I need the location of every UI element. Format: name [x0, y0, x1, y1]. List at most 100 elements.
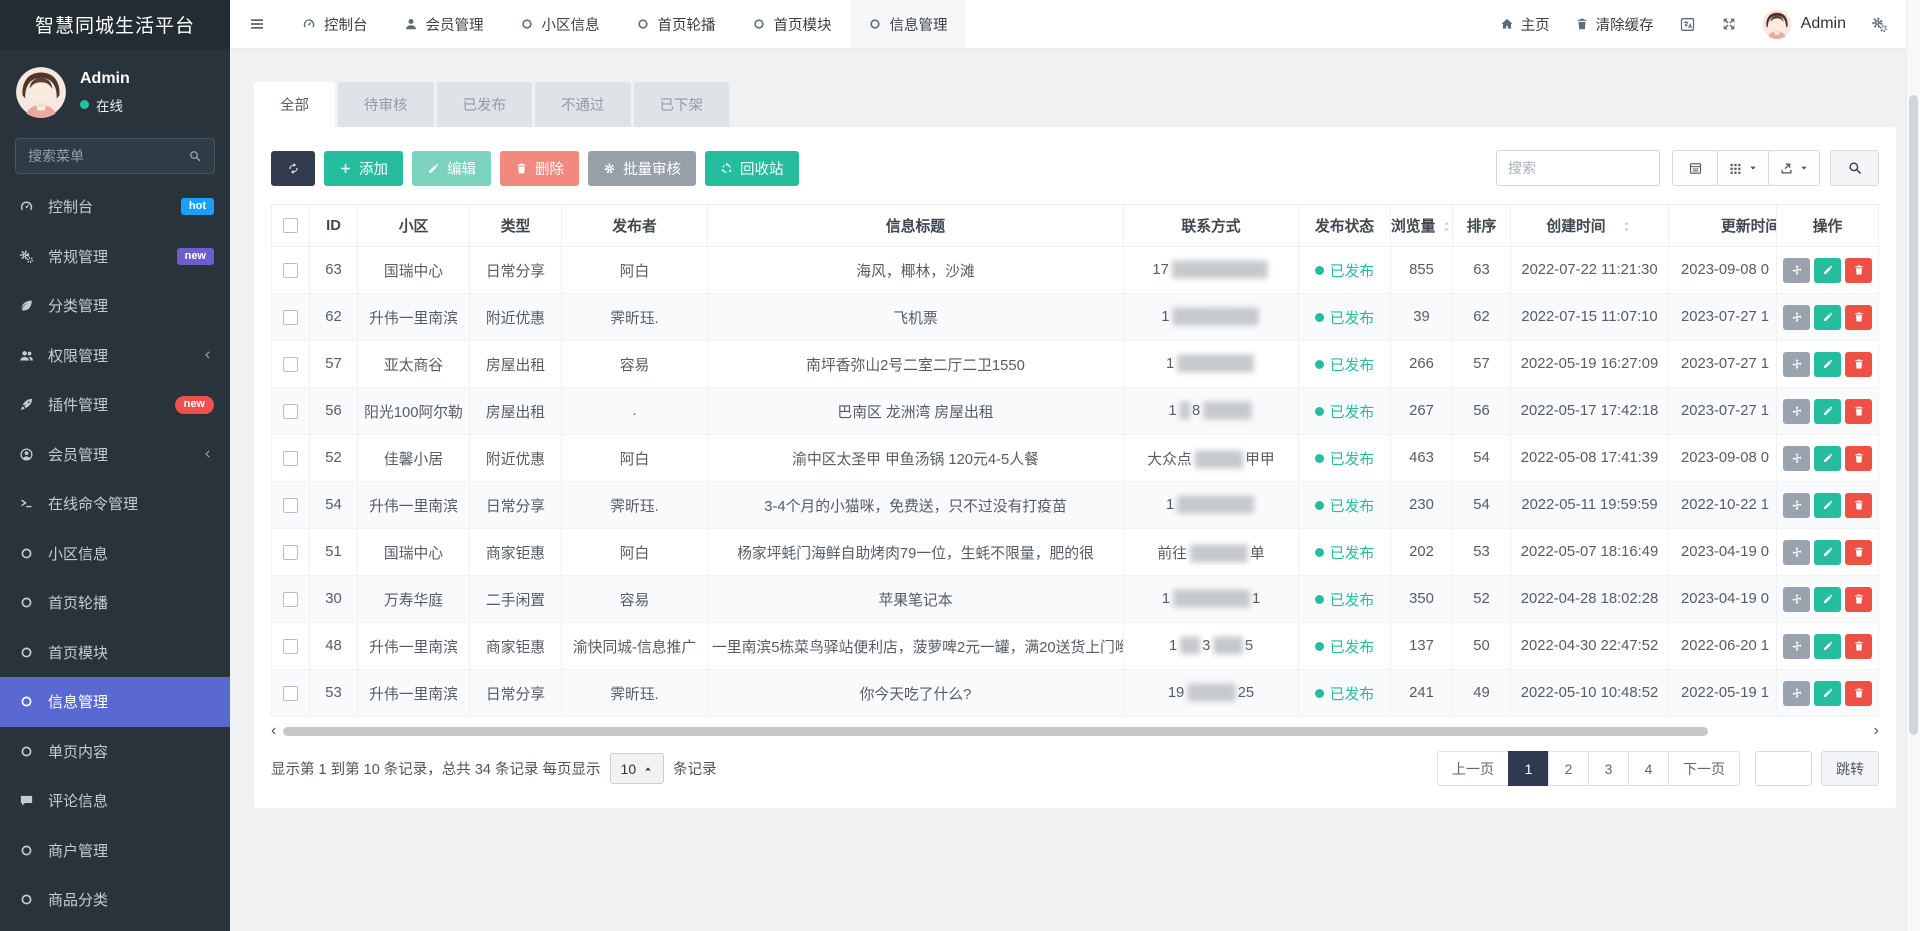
row-checkbox[interactable] — [283, 497, 298, 513]
nav-item[interactable]: 信息管理 — [849, 0, 966, 48]
sidebar-item[interactable]: 插件管理 new — [0, 380, 230, 430]
row-checkbox[interactable] — [283, 262, 298, 278]
nav-item[interactable]: 小区信息 — [502, 0, 618, 48]
move-row-button[interactable] — [1783, 586, 1810, 612]
sidebar-item[interactable]: 常规管理 new — [0, 232, 230, 282]
sidebar-item[interactable]: 分类管理 — [0, 281, 230, 331]
delete-row-button[interactable] — [1845, 680, 1872, 706]
sidebar-item[interactable]: 权限管理 — [0, 331, 230, 381]
home-link[interactable]: 主页 — [1500, 14, 1550, 35]
row-checkbox[interactable] — [283, 450, 298, 466]
delete-row-button[interactable] — [1845, 633, 1872, 659]
edit-row-button[interactable] — [1814, 351, 1841, 377]
settings-button[interactable] — [1871, 16, 1888, 33]
sort-icon[interactable] — [1440, 220, 1451, 233]
move-row-button[interactable] — [1783, 351, 1810, 377]
edit-row-button[interactable] — [1814, 633, 1841, 659]
jump-page-input[interactable] — [1755, 751, 1812, 786]
edit-button[interactable]: 编辑 — [412, 150, 491, 186]
delete-row-button[interactable] — [1845, 351, 1872, 377]
row-checkbox[interactable] — [283, 544, 298, 560]
recycle-bin-button[interactable]: 回收站 — [705, 150, 799, 186]
refresh-button[interactable] — [271, 150, 315, 186]
row-checkbox[interactable] — [283, 309, 298, 325]
page-button-4[interactable]: 4 — [1628, 751, 1669, 786]
delete-row-button[interactable] — [1845, 539, 1872, 565]
search-icon[interactable] — [188, 149, 202, 163]
jump-button[interactable]: 跳转 — [1821, 751, 1879, 786]
move-row-button[interactable] — [1783, 539, 1810, 565]
scroll-right-icon[interactable]: › — [1874, 723, 1879, 739]
navbar-user[interactable]: Admin — [1762, 9, 1846, 39]
sidebar-item[interactable]: 商户管理 — [0, 826, 230, 876]
batch-audit-button[interactable]: 批量审核 — [588, 150, 696, 186]
sort-icon[interactable] — [1620, 220, 1633, 233]
add-button[interactable]: 添加 — [324, 150, 403, 186]
next-page-button[interactable]: 下一页 — [1668, 751, 1740, 786]
sidebar-search-input[interactable] — [28, 148, 180, 164]
move-row-button[interactable] — [1783, 633, 1810, 659]
edit-row-button[interactable] — [1814, 445, 1841, 471]
edit-row-button[interactable] — [1814, 304, 1841, 330]
nav-item[interactable]: 会员管理 — [386, 0, 502, 48]
sidebar-item[interactable]: 首页轮播 — [0, 578, 230, 628]
edit-row-button[interactable] — [1814, 539, 1841, 565]
row-checkbox[interactable] — [283, 591, 298, 607]
detail-view-button[interactable] — [1672, 150, 1718, 186]
sidebar-item[interactable]: 小区信息 — [0, 529, 230, 579]
move-row-button[interactable] — [1783, 680, 1810, 706]
delete-row-button[interactable] — [1845, 492, 1872, 518]
delete-row-button[interactable] — [1845, 586, 1872, 612]
delete-row-button[interactable] — [1845, 445, 1872, 471]
delete-row-button[interactable] — [1845, 257, 1872, 283]
page-button-2[interactable]: 2 — [1548, 751, 1589, 786]
nav-item[interactable]: 控制台 — [284, 0, 386, 48]
clear-cache-link[interactable]: 清除缓存 — [1575, 14, 1654, 35]
translate-button[interactable] — [1679, 16, 1696, 33]
delete-row-button[interactable] — [1845, 304, 1872, 330]
tab-不通过[interactable]: 不通过 — [535, 82, 631, 127]
edit-row-button[interactable] — [1814, 257, 1841, 283]
sidebar-item[interactable]: 首页模块 — [0, 628, 230, 678]
edit-row-button[interactable] — [1814, 492, 1841, 518]
move-row-button[interactable] — [1783, 492, 1810, 518]
edit-row-button[interactable] — [1814, 398, 1841, 424]
user-avatar[interactable] — [15, 66, 67, 118]
nav-item[interactable]: 首页轮播 — [618, 0, 734, 48]
table-search-input[interactable] — [1496, 150, 1660, 186]
fullscreen-button[interactable] — [1721, 16, 1737, 32]
scroll-left-icon[interactable]: ‹ — [271, 723, 276, 739]
hamburger-icon[interactable] — [230, 0, 284, 48]
hscroll-track[interactable] — [283, 726, 1866, 736]
delete-button[interactable]: 删除 — [500, 150, 579, 186]
page-button-3[interactable]: 3 — [1588, 751, 1629, 786]
delete-row-button[interactable] — [1845, 398, 1872, 424]
edit-row-button[interactable] — [1814, 586, 1841, 612]
tab-待审核[interactable]: 待审核 — [338, 82, 434, 127]
edit-row-button[interactable] — [1814, 680, 1841, 706]
sidebar-item[interactable]: 在线命令管理 — [0, 479, 230, 529]
sidebar-item[interactable]: 单页内容 — [0, 727, 230, 777]
row-checkbox[interactable] — [283, 685, 298, 701]
nav-item[interactable]: 首页模块 — [734, 0, 850, 48]
prev-page-button[interactable]: 上一页 — [1437, 751, 1509, 786]
sidebar-item[interactable]: 信息管理 — [0, 677, 230, 727]
window-scrollbar[interactable] — [1906, 0, 1920, 931]
hscroll-thumb[interactable] — [283, 726, 1709, 736]
export-button[interactable] — [1768, 150, 1820, 186]
move-row-button[interactable] — [1783, 304, 1810, 330]
sidebar-item[interactable]: 商品分类 — [0, 875, 230, 925]
select-all-checkbox[interactable] — [283, 218, 298, 234]
row-checkbox[interactable] — [283, 403, 298, 419]
search-go-button[interactable] — [1830, 150, 1879, 186]
page-button-1[interactable]: 1 — [1508, 751, 1549, 786]
row-checkbox[interactable] — [283, 638, 298, 654]
sidebar-item[interactable]: 会员管理 — [0, 430, 230, 480]
tab-已发布[interactable]: 已发布 — [436, 82, 532, 127]
window-scrollbar-thumb[interactable] — [1909, 95, 1918, 735]
move-row-button[interactable] — [1783, 398, 1810, 424]
move-row-button[interactable] — [1783, 445, 1810, 471]
sidebar-item[interactable]: 控制台 hot — [0, 182, 230, 232]
sidebar-item[interactable]: 评论信息 — [0, 776, 230, 826]
row-checkbox[interactable] — [283, 356, 298, 372]
